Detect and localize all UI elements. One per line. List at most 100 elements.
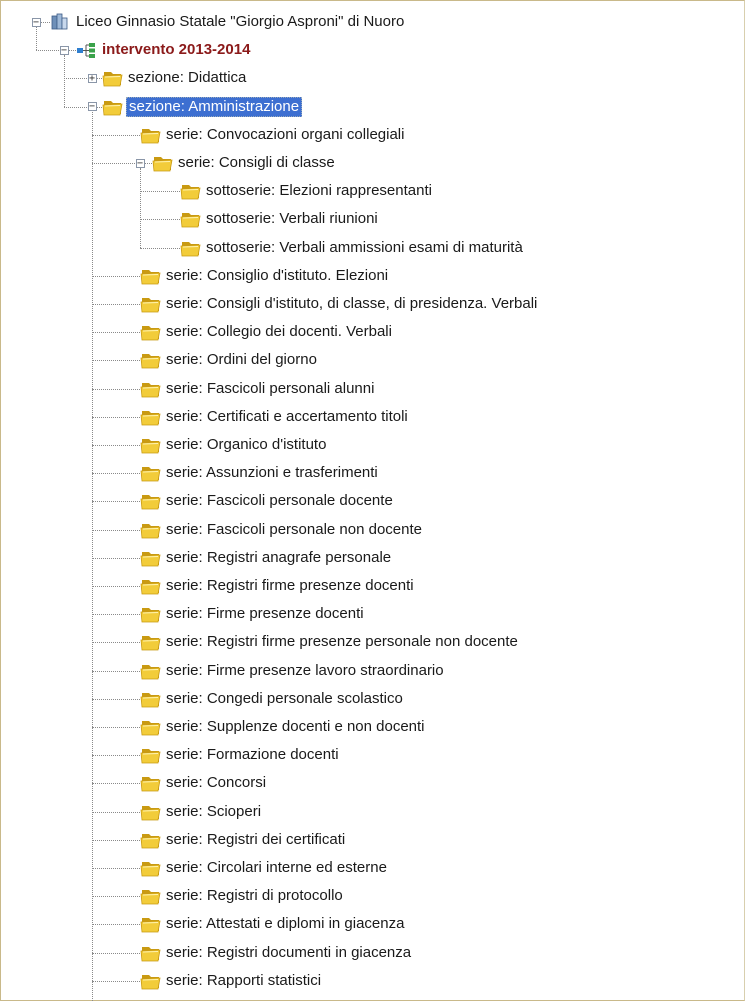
tree-node-series[interactable]: serie: Convocazioni organi collegiali (164, 121, 406, 149)
folder-icon (140, 520, 162, 544)
folder-icon (140, 661, 162, 685)
tree-node-series[interactable]: serie: Assunzioni e trasferimenti (164, 459, 380, 487)
tree-node-series[interactable]: serie: Supplenze docenti e non docenti (164, 713, 427, 741)
tree-node-intervention[interactable]: intervento 2013-2014 (100, 36, 252, 64)
tree-connector-line (92, 783, 144, 785)
tree-node-series[interactable]: serie: Formazione docenti (164, 741, 341, 769)
tree-connector-line (64, 106, 87, 108)
tree-node-series[interactable]: serie: Registri firme presenze docenti (164, 572, 416, 600)
tree-node-series[interactable]: serie: Registri di protocollo (164, 882, 345, 910)
tree-node-series[interactable]: serie: Firme presenze lavoro straordinar… (164, 657, 446, 685)
root-toggle[interactable]: − (31, 17, 41, 27)
tree-connector-line (41, 22, 50, 23)
tree-node-series[interactable]: serie: Rapporti statistici (164, 967, 323, 995)
folder-icon (102, 68, 124, 92)
folder-icon (140, 802, 162, 826)
tree-connector-line (92, 529, 144, 531)
tree-connector-line (36, 27, 37, 51)
tree-node-series-label: serie: Consigli d'istituto, di classe, d… (166, 295, 538, 312)
tree-node-series[interactable]: serie: Collegio dei docenti. Verbali (164, 318, 394, 346)
folder-icon (180, 181, 202, 205)
tree-node-series[interactable]: serie: Congedi personale scolastico (164, 685, 405, 713)
tree-node-series[interactable]: serie: Fascicoli personali alunni (164, 375, 376, 403)
archive-tree[interactable]: − Liceo Ginnasio Statale "Giorgio Asproni… (0, 0, 745, 1001)
folder-icon (140, 858, 162, 882)
tree-node-series[interactable]: serie: Registri anagrafe personale (164, 544, 393, 572)
folder-icon (140, 943, 162, 967)
tree-node-series-label: serie: Registri firme presenze docenti (166, 577, 414, 594)
tree-connector-line (92, 586, 144, 587)
tree-connector-line (92, 698, 144, 700)
tree-node-series-label: serie: Congedi personale scolastico (166, 689, 403, 707)
tree-node-root[interactable]: Liceo Ginnasio Statale "Giorgio Asproni"… (74, 8, 406, 36)
section-toggle[interactable]: + (87, 73, 97, 83)
tree-node-series-label: serie: Certificati e accertamento titoli (166, 407, 408, 425)
folder-icon (140, 604, 162, 628)
folder-icon (140, 576, 162, 600)
tree-node-series-label: serie: Attestati e diplomi in giacenza (166, 915, 405, 933)
section-toggle[interactable]: − (87, 102, 97, 112)
tree-node-series[interactable]: serie: Registri documenti in giacenza (164, 939, 413, 967)
tree-node-subseries[interactable]: sottoserie: Elezioni rappresentanti (204, 177, 434, 205)
tree-node-series-label: serie: Convocazioni organi collegiali (166, 125, 405, 143)
tree-node-series[interactable]: serie: Attestati e diplomi in giacenza (164, 910, 406, 938)
folder-icon (140, 548, 162, 572)
tree-connector-line (92, 614, 144, 616)
folder-icon (140, 689, 162, 713)
folder-icon (140, 914, 162, 938)
tree-connector-line (36, 50, 59, 52)
tree-node-series[interactable]: serie: Fascicoli personale docente (164, 487, 395, 515)
tree-node-series[interactable]: serie: Consiglio d'istituto. Elezioni (164, 262, 390, 290)
tree-node-series-label: serie: Firme presenze docenti (166, 605, 364, 623)
tree-connector-line (92, 670, 144, 672)
tree-node-section[interactable]: sezione: Didattica (126, 64, 248, 92)
tree-node-series[interactable]: serie: Firme presenze docenti (164, 600, 366, 628)
tree-connector-line (140, 247, 184, 249)
tree-connector-line (92, 501, 144, 503)
tree-node-series[interactable]: serie: Organico d'istituto (164, 431, 328, 459)
tree-node-series-label: serie: Registri dei certificati (166, 830, 346, 848)
tree-node-subseries[interactable]: sottoserie: Verbali riunioni (204, 205, 380, 233)
tree-node-section[interactable]: sezione: Amministrazione (126, 93, 303, 121)
tree-node-subseries[interactable]: sottoserie: Verbali ammissioni esami di … (204, 234, 525, 262)
tree-node-series[interactable]: serie: Concorsi (164, 769, 268, 797)
folder-icon (140, 491, 162, 515)
tree-node-series[interactable]: serie: Registri dei certificati (164, 826, 347, 854)
tree-node-series[interactable]: serie: Registri firme presenze personale… (164, 628, 520, 656)
tree-node-series-label: serie: Registri di protocollo (166, 887, 343, 905)
series-toggle[interactable]: − (135, 158, 145, 168)
library-icon (50, 13, 70, 35)
tree-connector-line (92, 445, 144, 446)
tree-node-series[interactable]: serie: Fascicoli personale non docente (164, 516, 424, 544)
tree-connector-line (92, 473, 144, 475)
tree-node-series-label: serie: Registri documenti in giacenza (166, 943, 412, 961)
folder-icon (140, 773, 162, 797)
folder-icon (140, 435, 162, 459)
tree-node-series-label: serie: Scioperi (166, 802, 262, 820)
tree-node-series[interactable]: serie: Circolari interne ed esterne (164, 854, 389, 882)
tree-connector-line (92, 388, 144, 390)
tree-node-series-label: serie: Concorsi (166, 774, 267, 792)
folder-icon (102, 97, 124, 121)
tree-node-series[interactable]: serie: Consigli d'istituto, di classe, d… (164, 290, 539, 318)
intervention-toggle[interactable]: − (59, 45, 69, 55)
tree-node-series-label: serie: Registri anagrafe personale (166, 548, 392, 566)
tree-node-series[interactable]: serie: Consigli di classe (176, 149, 337, 177)
tree-node-series[interactable]: serie: Certificati e accertamento titoli (164, 403, 410, 431)
tree-connector-line (92, 924, 144, 926)
folder-icon (140, 379, 162, 403)
tree-node-series-label: serie: Consigli di classe (178, 154, 335, 171)
tree-node-series-label: serie: Registri firme presenze personale… (166, 633, 518, 651)
tree-connector-line (92, 163, 135, 164)
folder-icon (140, 971, 162, 995)
tree-node-series[interactable]: serie: Ordini del giorno (164, 346, 319, 374)
tree-node-series[interactable]: serie: Scioperi (164, 798, 263, 826)
folder-icon (140, 745, 162, 769)
tree-connector-line (140, 191, 184, 193)
tree-node-subseries-label: sottoserie: Verbali riunioni (206, 210, 378, 228)
tree-connector-line (64, 55, 65, 107)
tree-connector-line (92, 980, 144, 982)
folder-icon (180, 209, 202, 233)
folder-icon (140, 463, 162, 487)
tree-connector-line (140, 168, 141, 248)
